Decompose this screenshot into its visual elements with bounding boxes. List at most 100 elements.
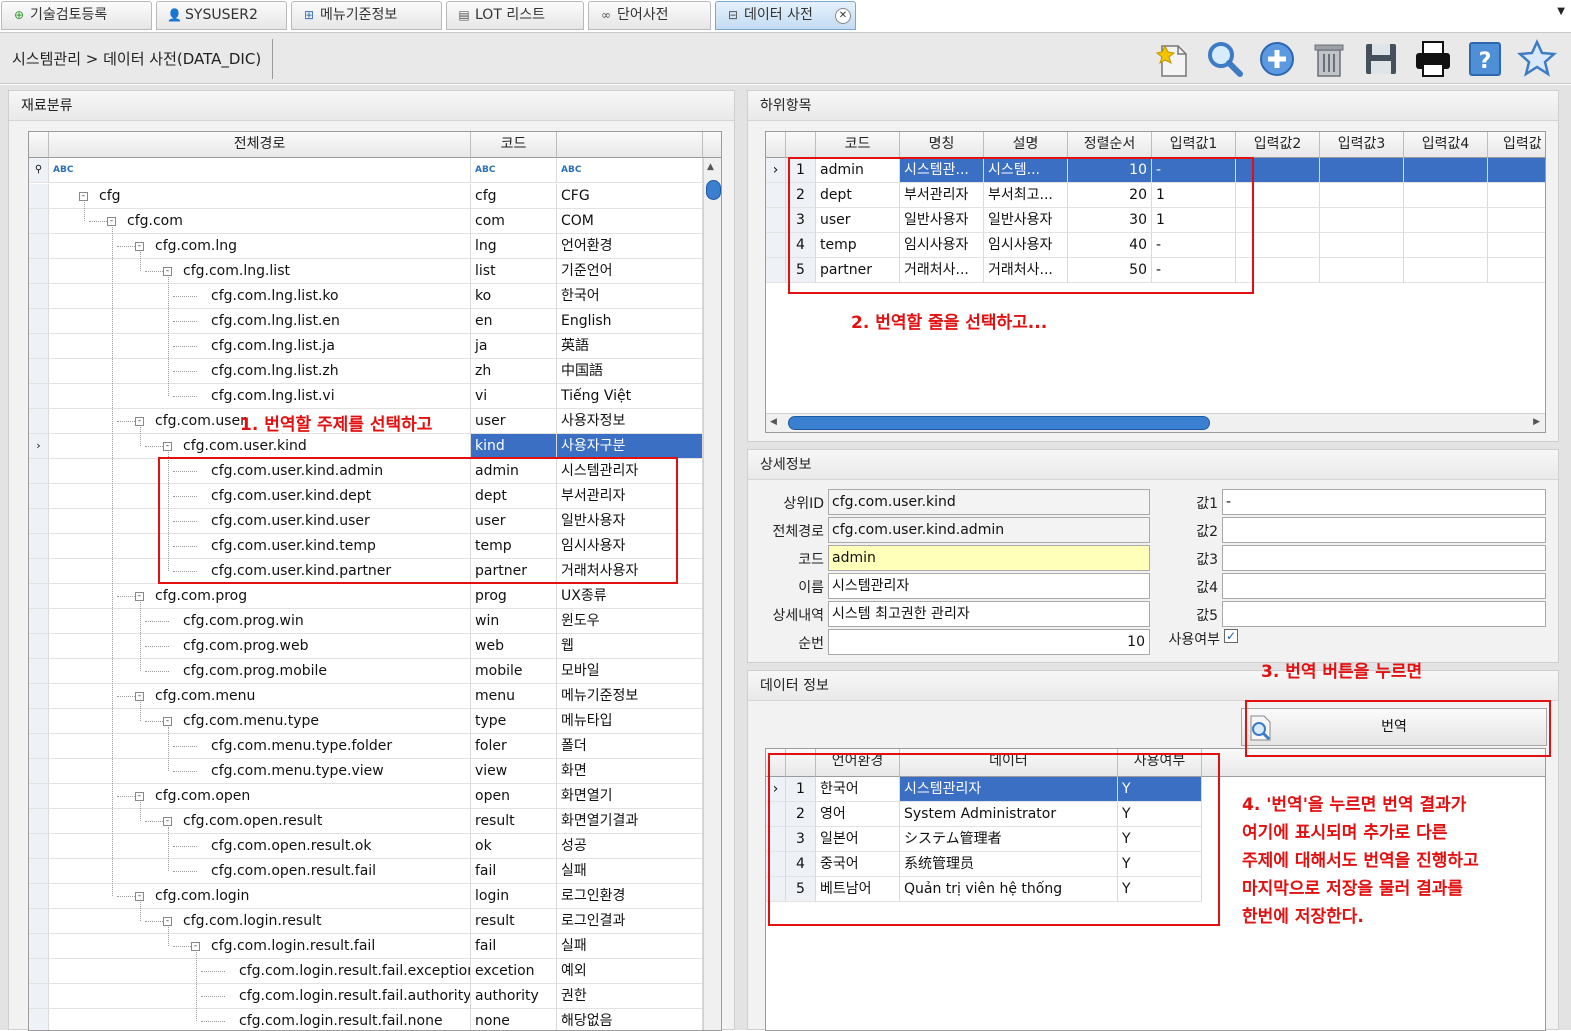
col-header-name[interactable] xyxy=(557,132,703,158)
tab-data-dictionary[interactable]: ⊟ 데이터 사전 ✕ xyxy=(715,1,856,30)
add-icon[interactable] xyxy=(1256,38,1298,80)
row-indicator[interactable] xyxy=(766,258,786,283)
name-field[interactable]: 시스템관리자 xyxy=(828,573,1150,599)
scroll-up-icon[interactable]: ▲ xyxy=(707,162,714,172)
value-field[interactable] xyxy=(1222,601,1546,627)
row-indicator[interactable] xyxy=(29,859,49,884)
tree-node-name[interactable]: 화면 xyxy=(557,759,703,784)
row-indicator[interactable] xyxy=(29,734,49,759)
value-field[interactable]: - xyxy=(1222,489,1546,515)
tree-node-name[interactable]: 성공 xyxy=(557,834,703,859)
tree-node-name[interactable]: 로그인결과 xyxy=(557,909,703,934)
tree-node-code[interactable]: ko xyxy=(471,284,557,309)
tab-sysuser2[interactable]: 👤 SYSUSER2 xyxy=(156,1,287,30)
col-header-input5[interactable]: 입력값 xyxy=(1488,132,1545,158)
tree-node-name[interactable]: 로그인환경 xyxy=(557,884,703,909)
col-header-input2[interactable]: 입력값2 xyxy=(1236,132,1320,158)
tab-list-dropdown-icon[interactable]: ▼ xyxy=(1557,6,1565,17)
tree-node-code[interactable]: zh xyxy=(471,359,557,384)
tab-tech-review[interactable]: ⊕ 기술검토등록 xyxy=(1,1,152,30)
use-checkbox[interactable]: ✓ xyxy=(1224,629,1238,643)
row-indicator[interactable] xyxy=(29,459,49,484)
row-indicator[interactable] xyxy=(29,934,49,959)
tree-node-code[interactable]: menu xyxy=(471,684,557,709)
row-indicator[interactable] xyxy=(766,233,786,258)
row-indicator[interactable] xyxy=(29,509,49,534)
sub-cell-empty[interactable] xyxy=(1404,233,1488,258)
tree-node-code[interactable]: view xyxy=(471,759,557,784)
collapse-toggle-icon[interactable]: - xyxy=(135,692,144,701)
row-indicator[interactable] xyxy=(29,1009,49,1030)
row-indicator[interactable] xyxy=(29,584,49,609)
tree-node-name[interactable]: 웹 xyxy=(557,634,703,659)
tree-node-code[interactable]: fail xyxy=(471,859,557,884)
col-header-code[interactable]: 코드 xyxy=(471,132,557,158)
tree-node-name[interactable]: 화면열기결과 xyxy=(557,809,703,834)
tree-node-name[interactable]: 화면열기 xyxy=(557,784,703,809)
collapse-toggle-icon[interactable]: - xyxy=(163,717,172,726)
collapse-toggle-icon[interactable]: - xyxy=(163,917,172,926)
tree-node-code[interactable]: open xyxy=(471,784,557,809)
tree-node-name[interactable]: 윈도우 xyxy=(557,609,703,634)
row-indicator[interactable] xyxy=(29,684,49,709)
row-indicator[interactable] xyxy=(29,784,49,809)
sub-cell-empty[interactable] xyxy=(1320,258,1404,283)
row-indicator[interactable]: › xyxy=(766,158,786,183)
sub-cell-empty[interactable] xyxy=(1320,183,1404,208)
tree-node-code[interactable]: fail xyxy=(471,934,557,959)
path-filter[interactable]: ABC xyxy=(49,158,471,183)
tree-node-code[interactable]: win xyxy=(471,609,557,634)
col-header-code[interactable]: 코드 xyxy=(816,132,900,158)
row-indicator[interactable] xyxy=(29,709,49,734)
sub-cell-empty[interactable] xyxy=(1404,208,1488,233)
tree-node-code[interactable]: vi xyxy=(471,384,557,409)
row-indicator[interactable] xyxy=(29,909,49,934)
search-icon[interactable] xyxy=(1204,38,1246,80)
tab-menu-info[interactable]: ⊞ 메뉴기준정보 xyxy=(291,1,442,30)
value-field[interactable] xyxy=(1222,517,1546,543)
value-field[interactable] xyxy=(1222,573,1546,599)
tree-node-code[interactable]: type xyxy=(471,709,557,734)
col-header-name[interactable]: 명칭 xyxy=(900,132,984,158)
collapse-toggle-icon[interactable]: - xyxy=(135,792,144,801)
tree-node-name[interactable]: UX종류 xyxy=(557,584,703,609)
tree-node-name[interactable]: 해당없음 xyxy=(557,1009,703,1030)
tree-node-code[interactable]: result xyxy=(471,809,557,834)
tree-node-name[interactable]: English xyxy=(557,309,703,334)
detail-field[interactable]: 시스템 최고권한 관리자 xyxy=(828,601,1150,627)
tree-node-name[interactable]: 한국어 xyxy=(557,284,703,309)
scroll-right-icon[interactable]: ▶ xyxy=(1533,417,1540,427)
collapse-toggle-icon[interactable]: - xyxy=(135,892,144,901)
tree-node-name[interactable]: 中国語 xyxy=(557,359,703,384)
tree-node-code[interactable]: ok xyxy=(471,834,557,859)
row-indicator[interactable] xyxy=(29,234,49,259)
scrollbar-thumb[interactable] xyxy=(788,416,1210,430)
collapse-toggle-icon[interactable]: - xyxy=(135,242,144,251)
row-indicator[interactable] xyxy=(29,834,49,859)
code-field[interactable]: admin xyxy=(828,545,1150,571)
scroll-left-icon[interactable]: ◀ xyxy=(770,417,777,427)
tree-node-code[interactable]: login xyxy=(471,884,557,909)
sub-cell-empty[interactable] xyxy=(1488,158,1545,183)
row-indicator[interactable] xyxy=(29,209,49,234)
col-header-desc[interactable]: 설명 xyxy=(984,132,1068,158)
row-indicator[interactable] xyxy=(29,184,49,209)
row-indicator[interactable] xyxy=(29,309,49,334)
collapse-toggle-icon[interactable]: - xyxy=(107,217,116,226)
row-indicator[interactable] xyxy=(29,534,49,559)
save-icon[interactable] xyxy=(1360,38,1402,80)
row-indicator[interactable] xyxy=(29,659,49,684)
tree-node-name[interactable]: 폴더 xyxy=(557,734,703,759)
code-filter[interactable]: ABC xyxy=(471,158,557,183)
tree-row[interactable]: - cfg.com.login.result xyxy=(49,909,471,934)
sub-cell-empty[interactable] xyxy=(1404,158,1488,183)
tree-node-code[interactable]: list xyxy=(471,259,557,284)
tree-node-name[interactable]: 예외 xyxy=(557,959,703,984)
tree-node-code[interactable]: result xyxy=(471,909,557,934)
tree-node-name[interactable]: 모바일 xyxy=(557,659,703,684)
tree-node-name[interactable]: 실패 xyxy=(557,859,703,884)
full-path-field[interactable]: cfg.com.user.kind.admin xyxy=(828,517,1150,543)
tree-node-name[interactable]: 언어환경 xyxy=(557,234,703,259)
close-icon[interactable]: ✕ xyxy=(835,8,851,24)
name-filter[interactable]: ABC xyxy=(557,158,703,183)
